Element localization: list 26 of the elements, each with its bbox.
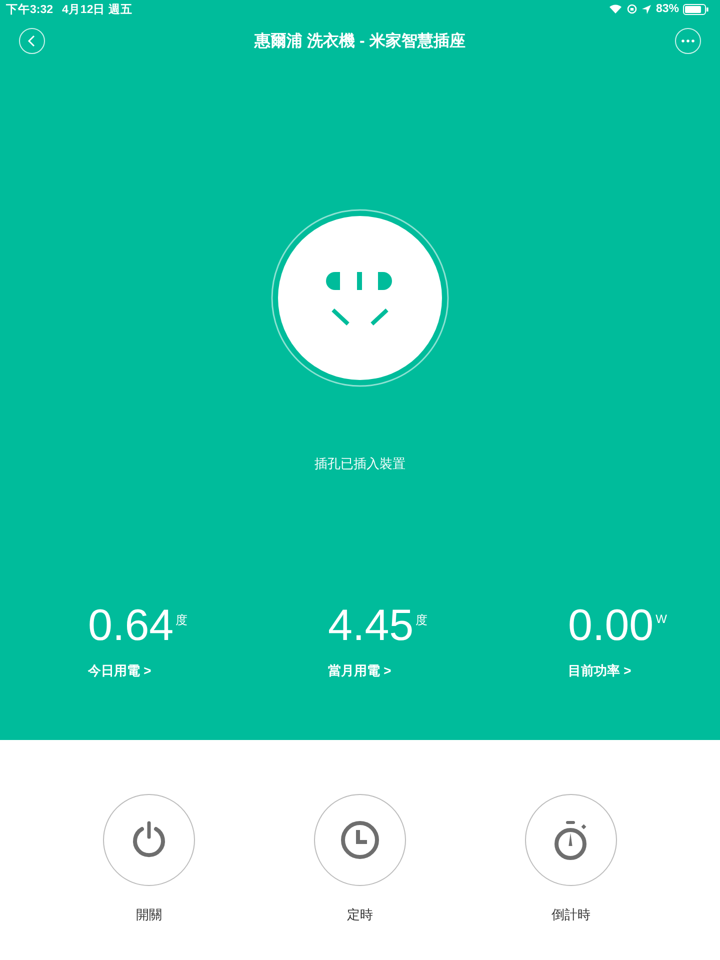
control-label: 定時 [347, 906, 373, 924]
more-icon [680, 39, 695, 43]
stat-value: 0.64 [88, 603, 174, 649]
stat-unit: W [656, 612, 667, 626]
stat-value: 0.00 [568, 603, 654, 649]
socket-status: 插孔已插入裝置 [314, 455, 406, 473]
power-icon [131, 821, 167, 859]
status-time: 下午3:32 [6, 2, 54, 16]
stat-unit: 度 [176, 612, 188, 629]
status-date: 4月12日 週五 [62, 2, 132, 16]
rotation-lock-icon [626, 4, 637, 14]
page-title: 惠爾浦 洗衣機 - 米家智慧插座 [254, 31, 466, 52]
back-icon [27, 35, 37, 47]
control-label: 倒計時 [552, 906, 590, 924]
clock-icon [340, 820, 380, 860]
stat-value: 4.45 [328, 603, 414, 649]
stat-unit: 度 [416, 612, 428, 629]
wifi-icon [608, 4, 622, 14]
control-label: 開關 [136, 906, 162, 924]
location-arrow-icon [642, 4, 651, 14]
stat-link[interactable]: 當月用電 > [328, 662, 392, 680]
battery-percent: 83% [656, 3, 679, 15]
battery-icon [683, 4, 709, 14]
stat-link[interactable]: 今日用電 > [88, 662, 152, 680]
stat-link[interactable]: 目前功率 > [568, 662, 632, 680]
stopwatch-icon [553, 820, 589, 860]
